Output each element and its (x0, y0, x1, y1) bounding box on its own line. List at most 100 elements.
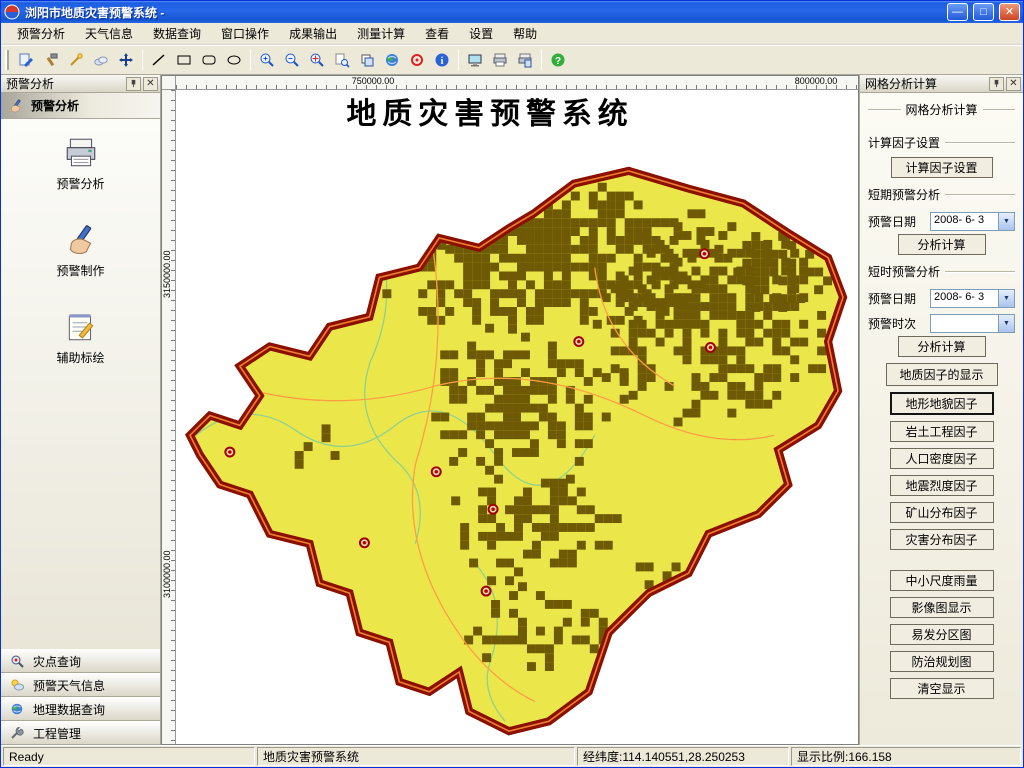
tool-warning-analysis[interactable]: 预警分析 (21, 135, 141, 192)
rounded-rectangle-tool-button[interactable] (197, 48, 221, 72)
short-time-analyze-button[interactable]: 分析计算 (898, 336, 986, 357)
globe-icon (384, 52, 400, 68)
accordion-label: 预警天气信息 (33, 677, 105, 694)
factor-button-disaster-distribution[interactable]: 灾害分布因子 (890, 529, 994, 550)
rainfall-scale-button[interactable]: 中小尺度雨量 (890, 570, 994, 591)
factor-button-mine-distribution[interactable]: 矿山分布因子 (890, 502, 994, 523)
short-term-date-combo[interactable]: 2008- 6- 3 (930, 212, 1015, 231)
cloud-icon (93, 52, 109, 68)
move-icon (118, 52, 134, 68)
menu-item-weather-info[interactable]: 天气信息 (75, 23, 143, 44)
left-panel-tools: 预警分析 预警制作 辅助标绘 (1, 119, 160, 649)
imagery-display-button[interactable]: 影像图显示 (890, 597, 994, 618)
factor-button-terrain[interactable]: 地形地貌因子 (890, 392, 994, 415)
pin-icon (129, 79, 138, 88)
hammer-tool-button[interactable] (39, 48, 63, 72)
short-time-date-value: 2008- 6- 3 (931, 290, 998, 307)
zoom-out-button[interactable] (280, 48, 304, 72)
menu-item-window-operations[interactable]: 窗口操作 (211, 23, 279, 44)
print-button[interactable] (488, 48, 512, 72)
globe-button[interactable] (380, 48, 404, 72)
zoom-in-icon (259, 52, 275, 68)
close-button[interactable]: ✕ (999, 3, 1020, 21)
toolbar-separator (541, 50, 542, 70)
geological-factor-display-label[interactable]: 地质因子的显示 (886, 363, 998, 386)
menu-item-settings[interactable]: 设置 (459, 23, 503, 44)
accordion-warning-weather-info[interactable]: 预警天气信息 (1, 673, 160, 697)
ruler-left: 3150000.00 3100000.00 (162, 90, 176, 744)
ruler-left-label: 3150000.00 (162, 250, 172, 298)
copy-layers-icon (359, 52, 375, 68)
menu-item-warning-analysis[interactable]: 预警分析 (7, 23, 75, 44)
tool-warning-production[interactable]: 预警制作 (21, 222, 141, 279)
project-management-icon (10, 726, 24, 740)
line-tool-button[interactable] (147, 48, 171, 72)
factor-button-geotechnical[interactable]: 岩土工程因子 (890, 421, 994, 442)
accordion-geographic-data-query[interactable]: 地理数据查询 (1, 697, 160, 721)
chevron-down-icon[interactable] (998, 290, 1014, 307)
clear-display-button[interactable]: 清空显示 (890, 678, 994, 699)
left-panel: 预警分析 ✕ 预警分析 预警分析 预警制作 辅助标绘 (1, 75, 161, 745)
accordion-label: 工程管理 (33, 725, 81, 742)
zoom-in-button[interactable] (255, 48, 279, 72)
warning-times-combo[interactable] (930, 314, 1015, 333)
prevention-plan-button[interactable]: 防治规划图 (890, 651, 994, 672)
accordion-disaster-point-query[interactable]: 灾点查询 (1, 649, 160, 673)
maximize-button[interactable]: □ (973, 3, 994, 21)
short-term-date-label: 预警日期 (868, 213, 926, 230)
zoom-page-button[interactable] (330, 48, 354, 72)
info-button[interactable]: i (430, 48, 454, 72)
print-preview-button[interactable] (513, 48, 537, 72)
toolbar: i ? (1, 45, 1023, 75)
ellipse-tool-icon (226, 52, 242, 68)
factor-button-seismic-intensity[interactable]: 地震烈度因子 (890, 475, 994, 496)
group-short-time: 短时预警分析 (868, 263, 1015, 280)
copy-layers-button[interactable] (355, 48, 379, 72)
warning-times-value (931, 315, 998, 332)
magic-wand-button[interactable] (64, 48, 88, 72)
status-document: 地质灾害预警系统 (257, 747, 575, 766)
right-panel-pin-button[interactable] (989, 77, 1004, 91)
right-panel-content: 网格分析计算 计算因子设置 计算因子设置 短期预警分析 预警日期 2008- 6… (860, 93, 1023, 745)
map-svg: 地质灾害预警系统 (176, 90, 858, 744)
select-edit-button[interactable] (14, 48, 38, 72)
minimize-button[interactable]: — (947, 3, 968, 21)
accordion-project-management[interactable]: 工程管理 (1, 721, 160, 745)
move-button[interactable] (114, 48, 138, 72)
accordion-label: 地理数据查询 (33, 701, 105, 718)
geographic-data-icon (10, 702, 24, 716)
zoom-extent-button[interactable] (305, 48, 329, 72)
short-term-analyze-button[interactable]: 分析计算 (898, 234, 986, 255)
left-panel-pin-button[interactable] (126, 77, 141, 91)
chevron-down-icon[interactable] (998, 213, 1014, 230)
susceptibility-zoning-button[interactable]: 易发分区图 (890, 624, 994, 645)
ruler-top-label: 750000.00 (352, 76, 395, 86)
monitor-button[interactable] (463, 48, 487, 72)
hotspot-icon (409, 52, 425, 68)
factor-button-population-density[interactable]: 人口密度因子 (890, 448, 994, 469)
menu-item-data-query[interactable]: 数据查询 (143, 23, 211, 44)
magic-wand-icon (68, 52, 84, 68)
short-time-date-row: 预警日期 2008- 6- 3 (868, 289, 1015, 308)
hotspot-button[interactable] (405, 48, 429, 72)
pin-icon (992, 79, 1001, 88)
menu-item-view[interactable]: 查看 (415, 23, 459, 44)
monitor-icon (467, 52, 483, 68)
short-time-date-combo[interactable]: 2008- 6- 3 (930, 289, 1015, 308)
menu-item-result-output[interactable]: 成果输出 (279, 23, 347, 44)
cloud-button[interactable] (89, 48, 113, 72)
app-icon (4, 4, 20, 20)
help-button[interactable]: ? (546, 48, 570, 72)
calc-factor-settings-button[interactable]: 计算因子设置 (891, 157, 993, 178)
tool-auxiliary-plotting[interactable]: 辅助标绘 (21, 309, 141, 366)
left-panel-close-button[interactable]: ✕ (143, 77, 158, 91)
zoom-out-icon (284, 52, 300, 68)
menu-item-help[interactable]: 帮助 (503, 23, 547, 44)
right-panel-close-button[interactable]: ✕ (1006, 77, 1021, 91)
menu-item-measure-calc[interactable]: 测量计算 (347, 23, 415, 44)
chevron-down-icon[interactable] (998, 315, 1014, 332)
map-canvas[interactable]: 地质灾害预警系统 (176, 90, 858, 744)
ellipse-tool-button[interactable] (222, 48, 246, 72)
toolbar-grip[interactable] (5, 50, 9, 70)
rectangle-tool-button[interactable] (172, 48, 196, 72)
